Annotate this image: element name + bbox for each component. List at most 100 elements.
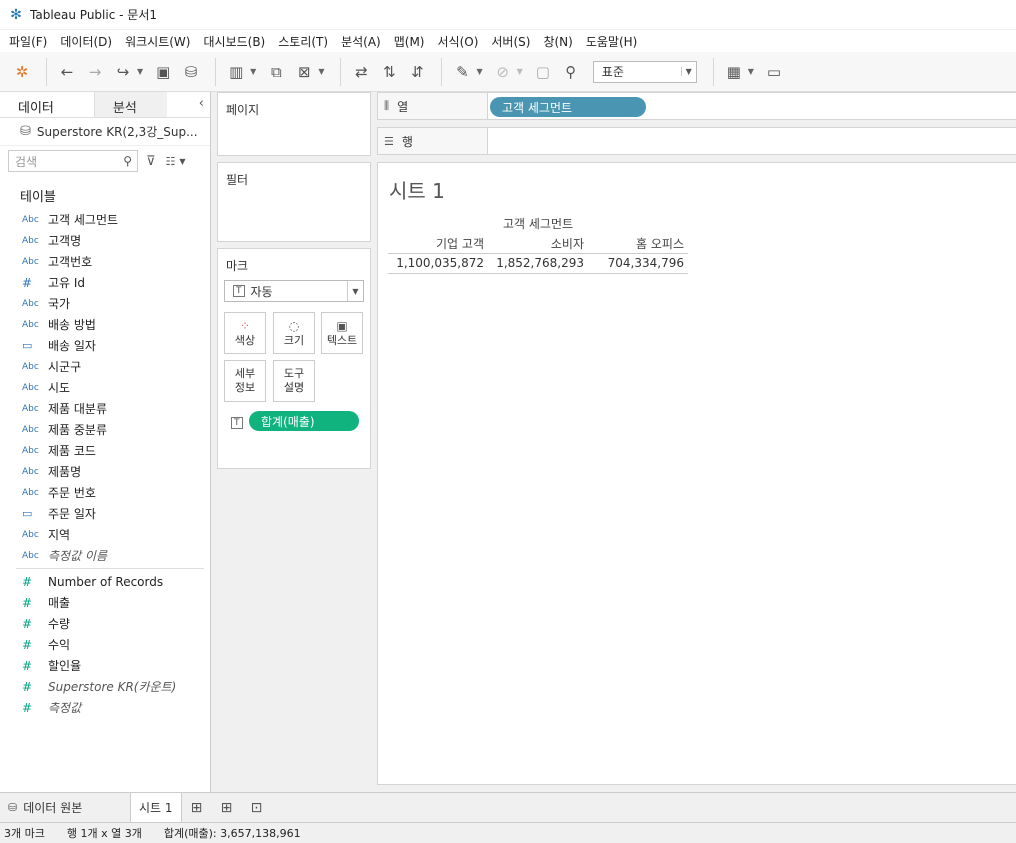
tab-analysis[interactable]: 분석: [93, 92, 167, 117]
string-type-icon: Abc: [22, 298, 39, 309]
color-button[interactable]: ⁘ 색상: [224, 312, 266, 354]
toolbar: ✲ ← → ↪ ▼ ▣ ⛁ ▥ ▼ ⧉ ⊠ ▼ ⇄ ⇅ ⇵ ✎ ▼ ⊘ ▼ ▢ …: [0, 52, 1016, 92]
pin-icon[interactable]: ⚲: [559, 60, 583, 84]
column-label[interactable]: 소비자: [484, 235, 584, 252]
sort-descending-icon[interactable]: ⇵: [405, 60, 429, 84]
value-cell[interactable]: 1,100,035,872: [384, 256, 484, 270]
chevron-down-icon[interactable]: ▼: [250, 67, 256, 76]
menu-server[interactable]: 서버(S): [486, 33, 535, 50]
field-item[interactable]: Abc 제품명: [0, 461, 210, 482]
field-item[interactable]: Abc 측정값 이름: [0, 545, 210, 566]
save-icon[interactable]: ▣: [151, 60, 175, 84]
menu-file[interactable]: 파일(F): [4, 33, 52, 50]
view-options-icon[interactable]: ☷: [166, 155, 176, 168]
swap-rows-columns-icon[interactable]: ⇄: [349, 60, 373, 84]
value-cell[interactable]: 1,852,768,293: [484, 256, 584, 270]
customer-segment-pill[interactable]: 고객 세그먼트: [490, 97, 646, 117]
text-button[interactable]: ▣ 텍스트: [321, 312, 363, 354]
field-item[interactable]: Abc 제품 코드: [0, 440, 210, 461]
redo-icon[interactable]: →: [83, 60, 107, 84]
size-button[interactable]: ◌ 크기: [273, 312, 315, 354]
filter-icon[interactable]: ⊽: [146, 154, 156, 169]
new-dashboard-icon[interactable]: ⊞: [212, 793, 242, 823]
group-icon[interactable]: ⊘: [491, 60, 515, 84]
text-mark-icon: T: [231, 417, 243, 429]
pages-card[interactable]: 페이지: [217, 92, 371, 156]
field-item[interactable]: Abc 주문 번호: [0, 482, 210, 503]
tableau-home-icon[interactable]: ✲: [10, 60, 34, 84]
menu-format[interactable]: 서식(O): [433, 33, 484, 50]
chevron-down-icon[interactable]: ▼: [318, 67, 324, 76]
labels-icon[interactable]: ▢: [531, 60, 555, 84]
column-header-title[interactable]: 고객 세그먼트: [478, 215, 598, 232]
field-item[interactable]: # 측정값: [0, 697, 210, 718]
datasource-tab[interactable]: ⛁ 데이터 원본: [0, 793, 130, 823]
view-canvas[interactable]: 시트 1 고객 세그먼트 기업 고객 소비자 홈 오피스 1,100,035,8…: [377, 162, 1016, 785]
menu-help[interactable]: 도움말(H): [581, 33, 643, 50]
new-datasource-icon[interactable]: ⛁: [179, 60, 203, 84]
field-item[interactable]: Abc 국가: [0, 293, 210, 314]
duplicate-sheet-icon[interactable]: ⧉: [264, 60, 288, 84]
field-item[interactable]: Abc 시도: [0, 377, 210, 398]
field-name: 측정값 이름: [48, 549, 108, 563]
field-item[interactable]: # 수익: [0, 634, 210, 655]
clear-sheet-icon[interactable]: ⊠: [292, 60, 316, 84]
mark-type-select[interactable]: T 자동 ▼: [224, 280, 364, 302]
field-name: 지역: [48, 528, 71, 542]
menu-bar: 파일(F) 데이터(D) 워크시트(W) 대시보드(B) 스토리(T) 분석(A…: [0, 30, 1016, 52]
field-item[interactable]: # 매출: [0, 592, 210, 613]
show-me-icon[interactable]: ▦: [722, 60, 746, 84]
highlight-icon[interactable]: ✎: [450, 60, 474, 84]
search-input[interactable]: 검색 ⚲: [8, 150, 138, 172]
presentation-icon[interactable]: ▭: [762, 60, 786, 84]
new-story-icon[interactable]: ⊡: [242, 793, 272, 823]
field-item[interactable]: # 수량: [0, 613, 210, 634]
field-item[interactable]: Abc 제품 중분류: [0, 419, 210, 440]
detail-button[interactable]: 세부 정보: [224, 360, 266, 402]
new-worksheet-icon[interactable]: ⊞: [182, 793, 212, 823]
undo-icon[interactable]: ←: [55, 60, 79, 84]
field-item[interactable]: Abc 고객 세그먼트: [0, 209, 210, 230]
tab-data[interactable]: 데이터: [0, 92, 72, 117]
tooltip-button[interactable]: 도구 설명: [273, 360, 315, 402]
field-item[interactable]: Abc 시군구: [0, 356, 210, 377]
field-item[interactable]: ▭ 배송 일자: [0, 335, 210, 356]
chevron-down-icon[interactable]: ▼: [517, 67, 523, 76]
field-item[interactable]: # Number of Records: [0, 571, 210, 592]
datasource-item[interactable]: ⛁ Superstore KR(2,3강_Sup...: [0, 118, 210, 146]
rows-drop-area[interactable]: [488, 128, 1016, 154]
menu-map[interactable]: 맵(M): [389, 33, 430, 50]
sum-sales-pill[interactable]: 합계(매출): [249, 411, 359, 431]
menu-analysis[interactable]: 분석(A): [336, 33, 386, 50]
field-item[interactable]: # 할인율: [0, 655, 210, 676]
field-item[interactable]: # 고유 Id: [0, 272, 210, 293]
field-item[interactable]: Abc 제품 대분류: [0, 398, 210, 419]
field-item[interactable]: Abc 지역: [0, 524, 210, 545]
sheet-tab[interactable]: 시트 1: [130, 793, 182, 822]
column-label[interactable]: 홈 오피스: [584, 235, 684, 252]
menu-data[interactable]: 데이터(D): [55, 33, 117, 50]
field-item[interactable]: Abc 고객명: [0, 230, 210, 251]
sheet-title[interactable]: 시트 1: [389, 175, 445, 204]
sort-ascending-icon[interactable]: ⇅: [377, 60, 401, 84]
fit-select[interactable]: 표준 ▼: [592, 60, 697, 83]
value-cell[interactable]: 704,334,796: [584, 256, 684, 270]
field-item[interactable]: Abc 배송 방법: [0, 314, 210, 335]
chevron-down-icon[interactable]: ▼: [137, 67, 143, 76]
chevron-down-icon[interactable]: ▼: [748, 67, 754, 76]
menu-dashboard[interactable]: 대시보드(B): [198, 33, 270, 50]
columns-drop-area[interactable]: 고객 세그먼트: [488, 93, 1016, 119]
field-item[interactable]: ▭ 주문 일자: [0, 503, 210, 524]
field-item[interactable]: # Superstore KR(카운트): [0, 676, 210, 697]
menu-window[interactable]: 창(N): [538, 33, 577, 50]
chevron-down-icon[interactable]: ▼: [179, 157, 185, 166]
menu-story[interactable]: 스토리(T): [273, 33, 333, 50]
replay-icon[interactable]: ↪: [111, 60, 135, 84]
chevron-down-icon[interactable]: ▼: [476, 67, 482, 76]
menu-worksheet[interactable]: 워크시트(W): [120, 33, 195, 50]
column-label[interactable]: 기업 고객: [384, 235, 484, 252]
collapse-icon[interactable]: ‹: [199, 96, 204, 111]
filters-card[interactable]: 필터: [217, 162, 371, 242]
field-item[interactable]: Abc 고객번호: [0, 251, 210, 272]
new-worksheet-icon[interactable]: ▥: [224, 60, 248, 84]
